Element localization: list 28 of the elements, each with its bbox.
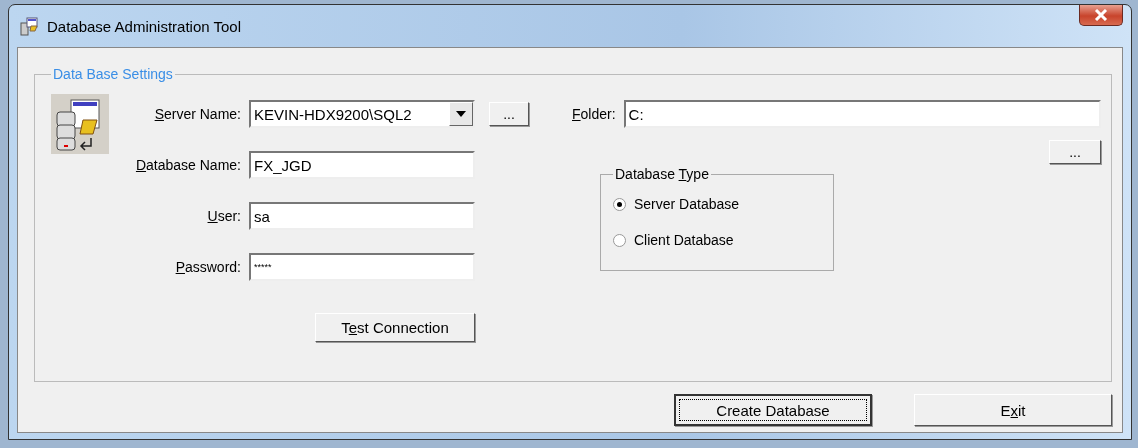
exit-button[interactable]: Exit xyxy=(914,394,1112,426)
radio-option[interactable]: Server Database xyxy=(613,186,823,222)
create-database-button[interactable]: Create Database xyxy=(674,394,872,426)
browse-button[interactable]: ... xyxy=(489,102,529,126)
database-server-icon xyxy=(51,94,109,154)
group-title: Data Base Settings xyxy=(52,66,174,82)
field-label: Folder: xyxy=(572,106,617,122)
close-icon xyxy=(1094,9,1108,21)
radio-option[interactable]: Client Database xyxy=(613,222,823,258)
window-title: Database Administration Tool xyxy=(47,17,242,35)
field-label: Database Name: xyxy=(134,157,242,173)
input-field[interactable]: sa xyxy=(249,202,475,230)
input-field[interactable]: FX_JGD xyxy=(249,151,475,179)
radio-button[interactable] xyxy=(613,197,626,211)
input-field[interactable]: ***** xyxy=(249,253,475,281)
dropdown-button[interactable] xyxy=(449,102,473,126)
field-label: Password: xyxy=(174,259,242,275)
input-field[interactable]: C: xyxy=(623,100,1101,128)
close-button[interactable] xyxy=(1079,5,1123,26)
radio-button[interactable] xyxy=(613,233,626,247)
field-label: Server Name: xyxy=(153,106,242,122)
caret-icon xyxy=(456,111,466,117)
test-connection-button[interactable]: Test Connection xyxy=(315,313,475,342)
database-icon xyxy=(19,16,39,36)
group-title: Database Type xyxy=(614,166,710,182)
field-label: User: xyxy=(206,208,242,224)
server-dropdown[interactable]: KEVIN-HDX9200\SQL2 xyxy=(249,100,475,128)
browse-button[interactable]: ... xyxy=(1049,140,1101,164)
